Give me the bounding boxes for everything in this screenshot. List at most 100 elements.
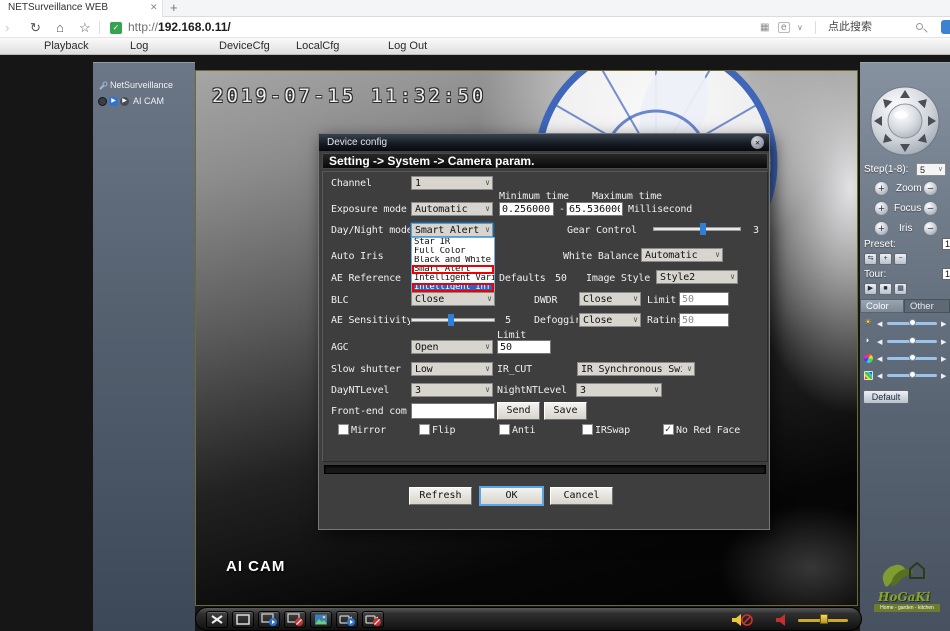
contrast-slider[interactable] — [887, 340, 937, 343]
cancel-button[interactable]: Cancel — [550, 487, 613, 505]
acutance-right-arrow[interactable]: ▶ — [941, 372, 946, 381]
open-all-video-button[interactable] — [258, 611, 280, 628]
dialog-titlebar[interactable]: Device config — [319, 134, 769, 151]
contrast-left-arrow[interactable]: ◀ — [877, 338, 882, 347]
dwdr-select[interactable]: Close∨ — [579, 292, 641, 306]
refresh-button[interactable]: Refresh — [409, 487, 472, 505]
tab-close-icon[interactable]: ✕ — [150, 2, 158, 13]
main-stream-play-icon[interactable]: ▶ — [109, 97, 118, 106]
bookmark-star-icon[interactable]: ☆ — [79, 17, 91, 38]
acutance-left-arrow[interactable]: ◀ — [877, 372, 882, 381]
tour-list-button[interactable]: ▦ — [894, 283, 907, 295]
search-icon[interactable] — [916, 23, 923, 30]
focus-plus-button[interactable]: + — [874, 201, 889, 216]
zoom-plus-button[interactable]: + — [874, 181, 889, 196]
option-star-ir[interactable]: Star IR — [412, 238, 494, 247]
ae-sensitivity-slider[interactable] — [411, 318, 495, 322]
ae-sensitivity-thumb[interactable] — [448, 314, 454, 326]
device-tree-camera[interactable]: ▶▶ AI CAM — [98, 95, 164, 107]
url-bar[interactable]: http://192.168.0.11/ — [128, 17, 231, 38]
defogging-select[interactable]: Close∨ — [579, 313, 641, 327]
menu-devicecfg[interactable]: DeviceCfg — [219, 38, 270, 55]
compat-mode-icon[interactable]: e — [778, 22, 790, 33]
tour-play-button[interactable]: ▶ — [864, 283, 877, 295]
close-all-video-button[interactable] — [284, 611, 306, 628]
day-nt-select[interactable]: 3∨ — [411, 383, 493, 397]
channel-select[interactable]: 1∨ — [411, 176, 493, 190]
volume-slider-thumb[interactable] — [820, 614, 828, 624]
mirror-checkbox[interactable] — [338, 424, 349, 435]
tab-other[interactable]: Other — [904, 299, 950, 313]
no-red-face-checkbox[interactable] — [663, 424, 674, 435]
preset-goto-button[interactable]: ⇆ — [864, 253, 877, 265]
menu-logout[interactable]: Log Out — [388, 38, 427, 55]
default-button[interactable]: Default — [863, 390, 909, 404]
option-intelligent-infr[interactable]: Intelligent Infr — [412, 283, 494, 292]
reload-icon[interactable]: ↻ — [30, 17, 41, 38]
day-night-select[interactable]: Smart Alert∨ — [411, 223, 493, 237]
stop-record-button[interactable] — [362, 611, 384, 628]
exposure-mode-select[interactable]: Automatic∨ — [411, 202, 493, 216]
exposure-max-input[interactable] — [566, 202, 623, 216]
front-end-input[interactable] — [411, 403, 495, 419]
new-tab-button[interactable]: + — [170, 0, 178, 15]
tour-stop-button[interactable]: ■ — [879, 283, 892, 295]
option-intelligent-vari[interactable]: Intelligent Vari — [412, 274, 494, 283]
device-tree-root[interactable]: NetSurveillance — [98, 79, 173, 91]
acutance-slider-thumb[interactable] — [909, 371, 916, 378]
contrast-slider-thumb[interactable] — [909, 337, 916, 344]
apps-grid-icon[interactable]: ▦ — [760, 17, 769, 38]
search-hint-text[interactable]: 点此搜索 — [828, 17, 872, 38]
acutance-slider[interactable] — [887, 374, 937, 377]
saturation-slider[interactable] — [887, 357, 937, 360]
step-select[interactable]: 5 ∨ — [916, 163, 946, 176]
white-balance-select[interactable]: Automatic∨ — [641, 248, 723, 262]
brightness-slider[interactable] — [887, 322, 937, 325]
contrast-right-arrow[interactable]: ▶ — [941, 338, 946, 347]
flip-checkbox[interactable] — [419, 424, 430, 435]
anti-checkbox[interactable] — [499, 424, 510, 435]
exposure-min-input[interactable] — [499, 202, 554, 216]
home-icon[interactable]: ⌂ — [56, 17, 64, 38]
browser-tab[interactable]: NETSurveillance WEB ✕ — [0, 0, 163, 17]
talk-muted-icon[interactable] — [730, 612, 756, 628]
agc-limit-input[interactable] — [497, 340, 551, 354]
blc-select[interactable]: Close∨ — [411, 292, 495, 306]
chevron-down-icon[interactable]: ∨ — [797, 17, 803, 38]
saturation-right-arrow[interactable]: ▶ — [941, 355, 946, 364]
gear-control-thumb[interactable] — [700, 223, 706, 235]
preset-remove-button[interactable]: − — [894, 253, 907, 265]
brightness-left-arrow[interactable]: ◀ — [877, 320, 882, 329]
saturation-slider-thumb[interactable] — [909, 354, 916, 361]
image-style-select[interactable]: Style2∨ — [656, 270, 738, 284]
iris-plus-button[interactable]: + — [874, 221, 889, 236]
brightness-right-arrow[interactable]: ▶ — [941, 320, 946, 329]
irswap-checkbox[interactable] — [582, 424, 593, 435]
tab-color[interactable]: Color — [860, 299, 904, 313]
menu-log[interactable]: Log — [130, 38, 148, 55]
gear-control-slider[interactable] — [653, 227, 741, 231]
preset-input[interactable] — [942, 238, 950, 250]
menu-localcfg[interactable]: LocalCfg — [296, 38, 339, 55]
zoom-minus-button[interactable]: − — [923, 181, 938, 196]
rating-input[interactable] — [679, 313, 729, 327]
iris-minus-button[interactable]: − — [923, 221, 938, 236]
focus-minus-button[interactable]: − — [923, 201, 938, 216]
send-button[interactable]: Send — [497, 402, 540, 420]
slow-shutter-select[interactable]: Low∨ — [411, 362, 493, 376]
option-smart-alert[interactable]: Smart Alert — [412, 265, 494, 274]
option-full-color[interactable]: Full Color — [412, 247, 494, 256]
ptz-joystick[interactable] — [869, 85, 941, 157]
option-black-white[interactable]: Black and White M — [412, 256, 494, 265]
start-record-button[interactable] — [336, 611, 358, 628]
forward-icon[interactable]: › — [5, 17, 9, 38]
save-button[interactable]: Save — [544, 402, 587, 420]
tour-input[interactable] — [942, 268, 950, 280]
sub-stream-play-icon[interactable]: ▶ — [120, 97, 129, 106]
fullscreen-button[interactable] — [206, 611, 228, 628]
brightness-slider-thumb[interactable] — [909, 319, 916, 326]
ir-cut-select[interactable]: IR Synchronous Switcl∨ — [577, 362, 695, 376]
user-profile-icon[interactable] — [941, 20, 950, 34]
audio-speaker-icon[interactable] — [774, 612, 788, 628]
channel-state-icon[interactable] — [98, 97, 107, 106]
